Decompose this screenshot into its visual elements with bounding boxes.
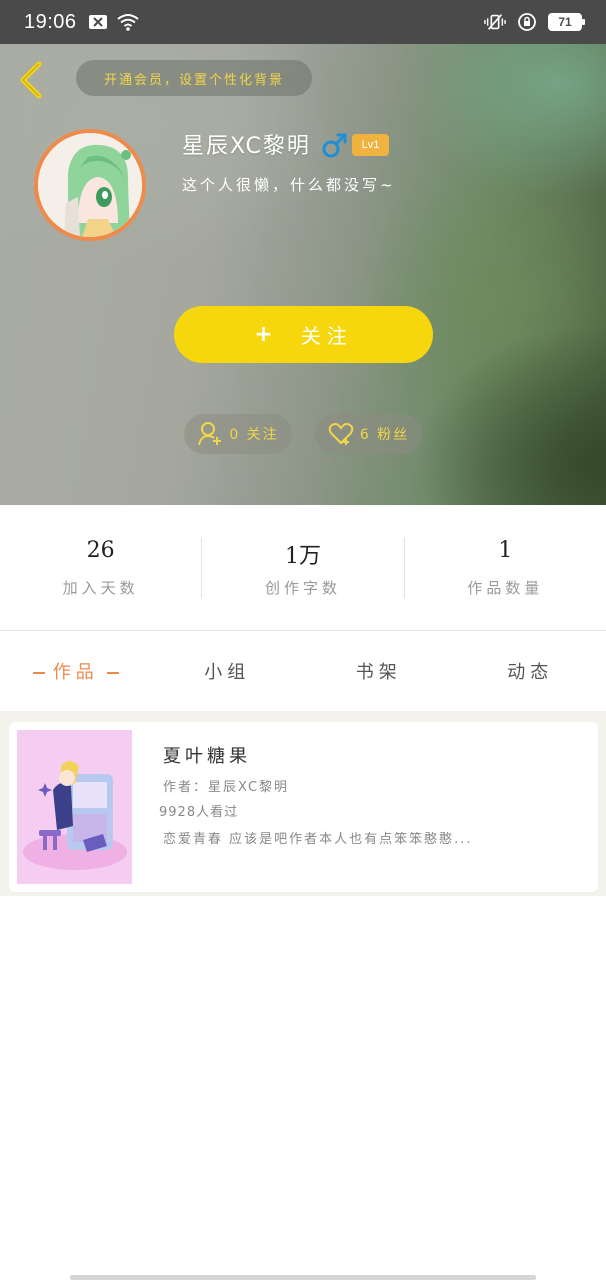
profile-stats: 26 加入天数 1万 创作字数 1 作品数量 (0, 505, 606, 630)
stat-value: 26 (86, 537, 115, 563)
plus-icon: + (254, 322, 279, 347)
username: 星辰XC黎明 (182, 134, 311, 159)
tab-activity[interactable]: 动态 (455, 658, 606, 684)
male-icon (322, 133, 347, 158)
fans-count-button[interactable]: 6 粉丝 (315, 414, 422, 454)
add-user-icon (198, 422, 222, 446)
notification-icon (87, 11, 109, 33)
work-author: 作者：星辰XC黎明 (163, 780, 290, 795)
back-button[interactable] (14, 58, 48, 102)
battery-indicator: 71 (548, 13, 585, 31)
profile-header: 开通会员，设置个性化背景 星辰XC黎明 Lv1 这个人很懒，什么都没写~ + 关… (0, 44, 606, 505)
profile-tabs: 作品 小组 书架 动态 (0, 631, 606, 711)
stat-work-count: 1 作品数量 (405, 538, 606, 598)
following-count-button[interactable]: 0 关注 (184, 414, 292, 454)
wifi-icon (116, 11, 139, 33)
status-time: 19:06 (24, 10, 77, 33)
stat-join-days: 26 加入天数 (0, 537, 203, 598)
follow-button[interactable]: + 关注 (174, 306, 433, 363)
avatar[interactable] (34, 129, 146, 241)
chevron-left-icon (20, 61, 42, 99)
vip-background-banner[interactable]: 开通会员，设置个性化背景 (76, 60, 312, 96)
tab-label: 小组 (204, 662, 251, 683)
vibrate-mute-icon (484, 11, 506, 33)
stat-label: 加入天数 (62, 578, 139, 597)
stat-word-count: 1万 创作字数 (202, 537, 405, 598)
user-bio: 这个人很懒，什么都没写~ (182, 176, 396, 194)
work-cover-image (17, 730, 132, 884)
stat-label: 创作字数 (264, 578, 341, 597)
follow-button-label: 关注 (300, 324, 353, 348)
work-title: 夏叶糖果 (163, 746, 251, 767)
stat-value: 1万 (284, 543, 321, 569)
gesture-bar (70, 1275, 536, 1280)
tab-bookshelf[interactable]: 书架 (303, 658, 455, 684)
tab-label: 书架 (355, 662, 402, 683)
stat-label: 作品数量 (467, 578, 544, 597)
following-label: 0 关注 (229, 427, 279, 443)
rotation-lock-icon (516, 11, 538, 33)
work-card[interactable]: 夏叶糖果 作者：星辰XC黎明 9928人看过 恋爱青春 应该是吧作者本人也有点笨… (9, 722, 598, 892)
tab-label: 作品 (52, 662, 99, 683)
stat-value: 1 (498, 537, 513, 563)
tab-works[interactable]: 作品 (0, 658, 152, 684)
level-badge: Lv1 (352, 134, 389, 156)
tab-label: 动态 (507, 662, 554, 683)
work-views: 9928人看过 (159, 805, 239, 820)
fans-label: 6 粉丝 (359, 427, 410, 443)
work-intro: 恋爱青春 应该是吧作者本人也有点笨笨憨憨... (163, 832, 473, 847)
tab-groups[interactable]: 小组 (152, 658, 304, 684)
status-bar: 19:06 71 (0, 0, 606, 44)
heart-icon (328, 423, 354, 445)
